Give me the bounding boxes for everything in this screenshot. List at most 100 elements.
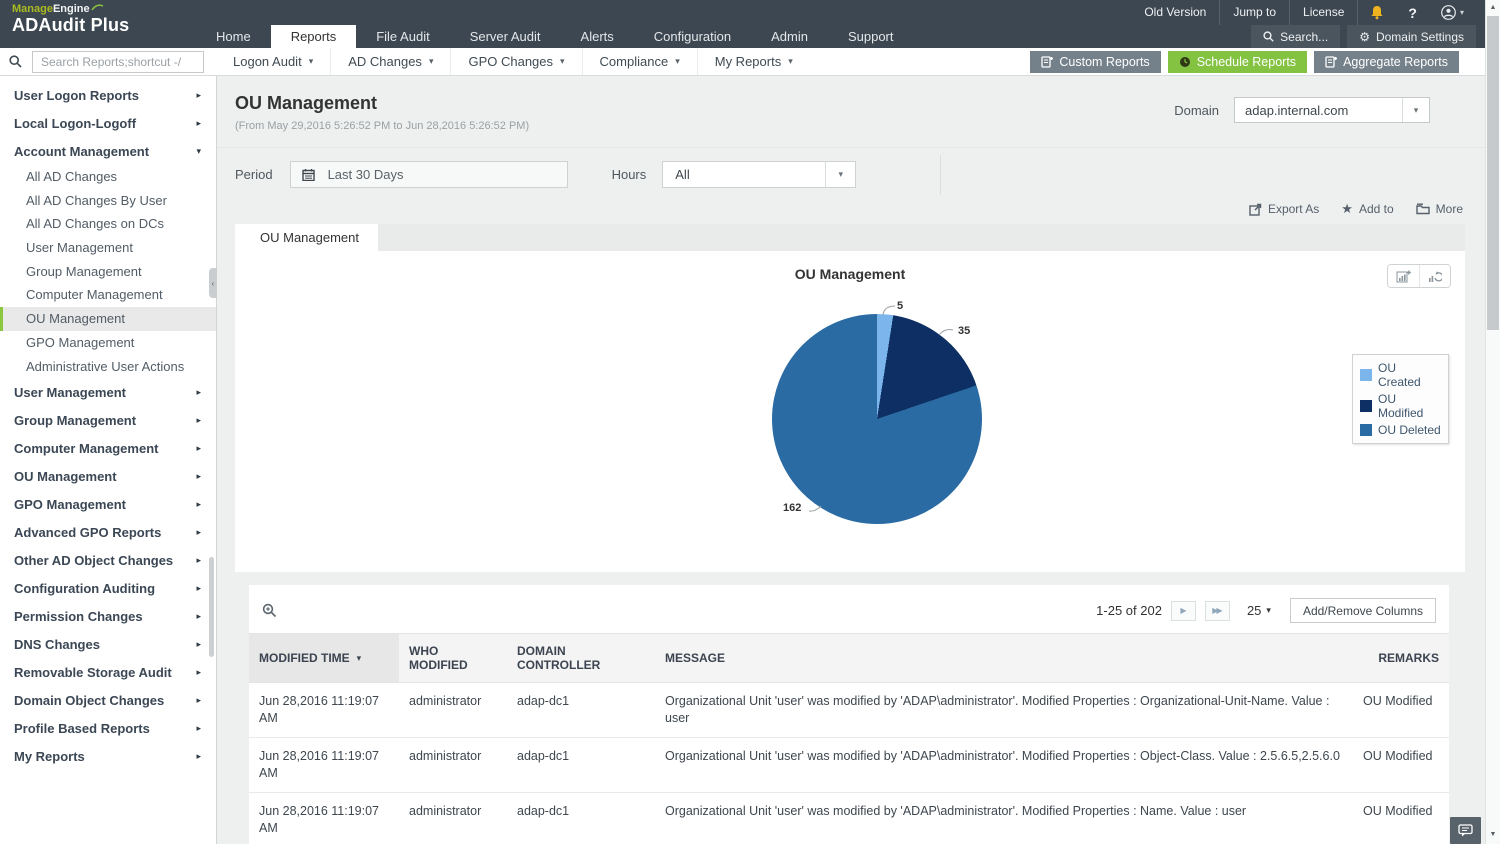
table-toolbar: 1-25 of 202 ▶ ▶▶ 25 ▾ Add/Remove Columns	[249, 585, 1449, 633]
scroll-down-icon[interactable]: ▼	[1486, 831, 1500, 838]
sidebar-item-configuration-auditing[interactable]: Configuration Auditing▸	[0, 574, 216, 602]
feedback-button[interactable]	[1450, 817, 1481, 844]
sidebar-subitem-user-management[interactable]: User Management	[0, 236, 216, 260]
next-page-button[interactable]: ▶	[1171, 601, 1196, 621]
custom-reports-button[interactable]: Custom Reports	[1030, 51, 1160, 73]
menu-logon-audit[interactable]: Logon Audit▾	[216, 48, 330, 75]
old-version-link[interactable]: Old Version	[1131, 0, 1220, 25]
sidebar-item-local-logon-logoff[interactable]: Local Logon-Logoff▸	[0, 109, 216, 137]
sidebar-item-computer-management[interactable]: Computer Management▸	[0, 434, 216, 462]
sidebar-item-domain-object-changes[interactable]: Domain Object Changes▸	[0, 686, 216, 714]
tab-ou-management[interactable]: OU Management	[235, 224, 378, 251]
report-search-input[interactable]	[32, 51, 204, 73]
global-search-button[interactable]: Search...	[1251, 25, 1340, 48]
chevron-right-icon: ▸	[196, 639, 201, 650]
sidebar-item-gpo-management[interactable]: GPO Management▸	[0, 490, 216, 518]
license-link[interactable]: License	[1290, 0, 1358, 25]
top-header: ManageEngine ADAudit Plus Old Version Ju…	[0, 0, 1500, 48]
chevron-right-icon: ▸	[196, 499, 201, 510]
sidebar-subitem-computer-management[interactable]: Computer Management	[0, 283, 216, 307]
filter-divider	[940, 155, 941, 195]
nav-admin[interactable]: Admin	[751, 25, 828, 48]
brand-engine: Engine	[53, 3, 90, 15]
menu-compliance[interactable]: Compliance▾	[582, 48, 697, 75]
nav-home[interactable]: Home	[196, 25, 271, 48]
add-remove-columns-button[interactable]: Add/Remove Columns	[1290, 598, 1436, 623]
sidebar-item-dns-changes[interactable]: DNS Changes▸	[0, 630, 216, 658]
sidebar-subitem-ou-management[interactable]: OU Management	[0, 307, 216, 331]
notifications-bell-icon[interactable]	[1358, 5, 1396, 20]
chart-refresh-button[interactable]	[1419, 265, 1450, 287]
last-page-button[interactable]: ▶▶	[1205, 601, 1230, 621]
aggregate-reports-button[interactable]: Aggregate Reports	[1314, 51, 1459, 73]
domain-select[interactable]: adap.internal.com ▾	[1234, 97, 1430, 123]
more-button[interactable]: More	[1416, 202, 1463, 216]
column-header-domain-controller[interactable]: DOMAIN CONTROLLER	[507, 634, 655, 682]
sidebar-item-profile-based-reports[interactable]: Profile Based Reports▸	[0, 714, 216, 742]
sidebar-scrollbar[interactable]	[209, 557, 214, 657]
sidebar-subitem-group-management[interactable]: Group Management	[0, 260, 216, 284]
chart-type-button[interactable]	[1388, 265, 1419, 287]
sidebar-item-group-management[interactable]: Group Management▸	[0, 406, 216, 434]
domain-settings-button[interactable]: ⚙ Domain Settings	[1347, 25, 1476, 48]
user-menu[interactable]: ▾	[1429, 5, 1476, 20]
cell-domain-controller: adap-dc1	[507, 683, 655, 737]
sidebar-item-advanced-gpo-reports[interactable]: Advanced GPO Reports▸	[0, 518, 216, 546]
menu-gpo-changes[interactable]: GPO Changes▾	[450, 48, 581, 75]
add-to-button[interactable]: ★ Add to	[1341, 201, 1393, 217]
table-row[interactable]: Jun 28,2016 11:19:07 AM administrator ad…	[249, 738, 1449, 793]
help-icon[interactable]: ?	[1396, 5, 1429, 21]
column-header-remarks[interactable]: REMARKS	[1353, 634, 1449, 682]
caret-down-icon: ▾	[560, 48, 565, 75]
pie-chart[interactable]	[772, 314, 982, 524]
page-size-select[interactable]: 25 ▾	[1247, 603, 1271, 618]
nav-configuration[interactable]: Configuration	[634, 25, 751, 48]
sidebar-subitem-gpo-management[interactable]: GPO Management	[0, 331, 216, 355]
column-header-message[interactable]: MESSAGE	[655, 634, 1353, 682]
menu-ad-changes[interactable]: AD Changes▾	[330, 48, 450, 75]
export-as-button[interactable]: Export As	[1249, 202, 1319, 216]
nav-support[interactable]: Support	[828, 25, 914, 48]
sidebar-item-removable-storage-audit[interactable]: Removable Storage Audit▸	[0, 658, 216, 686]
nav-alerts[interactable]: Alerts	[561, 25, 634, 48]
sidebar-subitem-all-ad-changes-on-dcs[interactable]: All AD Changes on DCs	[0, 212, 216, 236]
scroll-up-icon[interactable]: ▲	[1486, 4, 1500, 11]
nav-file-audit[interactable]: File Audit	[356, 25, 449, 48]
table-search-icon[interactable]	[262, 603, 277, 618]
legend-item-ou-created[interactable]: OU Created	[1360, 361, 1441, 389]
sidebar-item-ou-management[interactable]: OU Management▸	[0, 462, 216, 490]
sidebar-collapse-handle[interactable]: ‹	[209, 268, 217, 298]
page-scrollbar[interactable]: ▲ ▼	[1485, 0, 1500, 844]
sidebar-item-permission-changes[interactable]: Permission Changes▸	[0, 602, 216, 630]
sidebar-subitem-all-ad-changes-by-user[interactable]: All AD Changes By User	[0, 189, 216, 213]
table-row[interactable]: Jun 28,2016 11:19:07 AM administrator ad…	[249, 683, 1449, 738]
sidebar-subitem-administrative-user-actions[interactable]: Administrative User Actions	[0, 355, 216, 379]
hours-select[interactable]: All ▾	[662, 161, 856, 188]
sidebar-item-account-management[interactable]: Account Management▾	[0, 137, 216, 165]
product-name: ADAudit Plus	[12, 15, 129, 36]
table-row[interactable]: Jun 28,2016 11:19:07 AM administrator ad…	[249, 793, 1449, 844]
schedule-reports-button[interactable]: Schedule Reports	[1168, 51, 1307, 73]
user-icon	[1441, 5, 1456, 20]
caret-down-icon: ▾	[1266, 605, 1271, 616]
period-picker[interactable]: Last 30 Days	[290, 161, 568, 188]
sidebar-subitem-all-ad-changes[interactable]: All AD Changes	[0, 165, 216, 189]
chevron-right-icon: ▸	[196, 723, 201, 734]
column-header-who-modified[interactable]: WHO MODIFIED	[399, 634, 507, 682]
custom-reports-label: Custom Reports	[1059, 55, 1149, 69]
chevron-right-icon: ▸	[196, 387, 201, 398]
scrollbar-thumb[interactable]	[1487, 16, 1499, 330]
nav-reports[interactable]: Reports	[271, 25, 357, 48]
app-logo[interactable]: ManageEngine ADAudit Plus	[12, 3, 129, 36]
jump-to-link[interactable]: Jump to	[1220, 0, 1290, 25]
header-buttons: Search... ⚙ Domain Settings	[1251, 25, 1476, 48]
legend-item-ou-deleted[interactable]: OU Deleted	[1360, 423, 1441, 437]
sidebar-item-user-management[interactable]: User Management▸	[0, 378, 216, 406]
nav-server-audit[interactable]: Server Audit	[450, 25, 561, 48]
sidebar-item-other-ad-object-changes[interactable]: Other AD Object Changes▸	[0, 546, 216, 574]
menu-my-reports[interactable]: My Reports▾	[697, 48, 810, 75]
sidebar-item-my-reports[interactable]: My Reports▸	[0, 742, 216, 770]
legend-item-ou-modified[interactable]: OU Modified	[1360, 392, 1441, 420]
sidebar-item-user-logon-reports[interactable]: User Logon Reports▸	[0, 81, 216, 109]
column-header-modified-time[interactable]: MODIFIED TIME ▾	[249, 634, 399, 682]
